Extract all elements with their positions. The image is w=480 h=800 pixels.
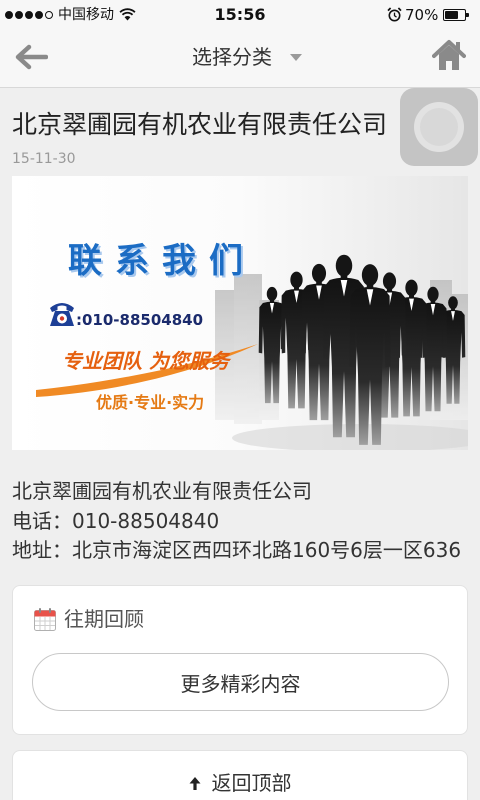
- more-content-label: 更多精彩内容: [180, 671, 301, 696]
- back-to-top-button[interactable]: 返回顶部: [12, 750, 468, 800]
- back-button[interactable]: [10, 40, 52, 74]
- nav-title: 选择分类: [192, 45, 272, 69]
- past-issues-card: 往期回顾 更多精彩内容: [12, 585, 468, 735]
- signal-dot: [15, 11, 23, 19]
- battery-icon: [443, 9, 469, 21]
- info-phone: 电话：010-88504840: [12, 508, 220, 533]
- top-bar: 中国移动 15:56 70% 选择分类: [0, 0, 480, 88]
- info-address: 地址：北京市海淀区西四环北路160号6层一区636: [12, 538, 462, 562]
- battery-nub: [466, 13, 469, 17]
- banner-tagline: 优质·专业·实力: [96, 393, 205, 412]
- battery-percent: 70%: [405, 6, 439, 24]
- back-to-top-content: 返回顶部: [189, 771, 292, 795]
- banner-phone-number: :010-88504840: [76, 311, 204, 329]
- back-to-top-label: 返回顶部: [211, 771, 292, 795]
- signal-dot: [35, 11, 43, 19]
- back-arrow-icon: [15, 44, 48, 70]
- home-button[interactable]: [429, 37, 469, 73]
- banner-heading: 联系我们: [68, 241, 256, 281]
- article-date: 15-11-30: [12, 151, 76, 167]
- contact-info: 北京翠圃园有机农业有限责任公司 电话：010-88504840 地址：北京市海淀…: [12, 477, 468, 566]
- calendar-icon: [34, 608, 56, 631]
- assistive-touch-core: [420, 108, 458, 146]
- caret-down-icon: [290, 53, 302, 61]
- more-content-button[interactable]: 更多精彩内容: [32, 653, 449, 711]
- wifi-icon: [119, 8, 136, 21]
- signal-dot: [45, 11, 53, 19]
- info-company: 北京翠圃园有机农业有限责任公司: [12, 479, 312, 503]
- status-time: 15:56: [214, 5, 266, 24]
- article-title: 北京翠圃园有机农业有限责任公司: [12, 110, 388, 139]
- signal-dot: [25, 11, 33, 19]
- assistive-touch-button[interactable]: [400, 88, 478, 166]
- assistive-touch-ring: [414, 102, 464, 152]
- signal-strength-indicator: [5, 11, 53, 20]
- contact-banner: 联系我们 :010-88504840 专业团队 为您服务 优质·专业·实力: [12, 176, 468, 450]
- past-issues-heading: 往期回顾: [64, 607, 144, 631]
- signal-dot: [5, 11, 13, 19]
- banner-slogan: 专业团队 为您服务: [62, 349, 229, 373]
- category-selector[interactable]: 选择分类: [192, 43, 302, 71]
- alarm-clock-icon: [387, 7, 402, 22]
- carrier-name: 中国移动: [58, 7, 114, 23]
- battery-fill: [445, 11, 459, 19]
- home-icon: [432, 40, 466, 70]
- building: [234, 274, 262, 424]
- telephone-icon: [50, 303, 74, 326]
- arrow-up-icon: [189, 776, 200, 790]
